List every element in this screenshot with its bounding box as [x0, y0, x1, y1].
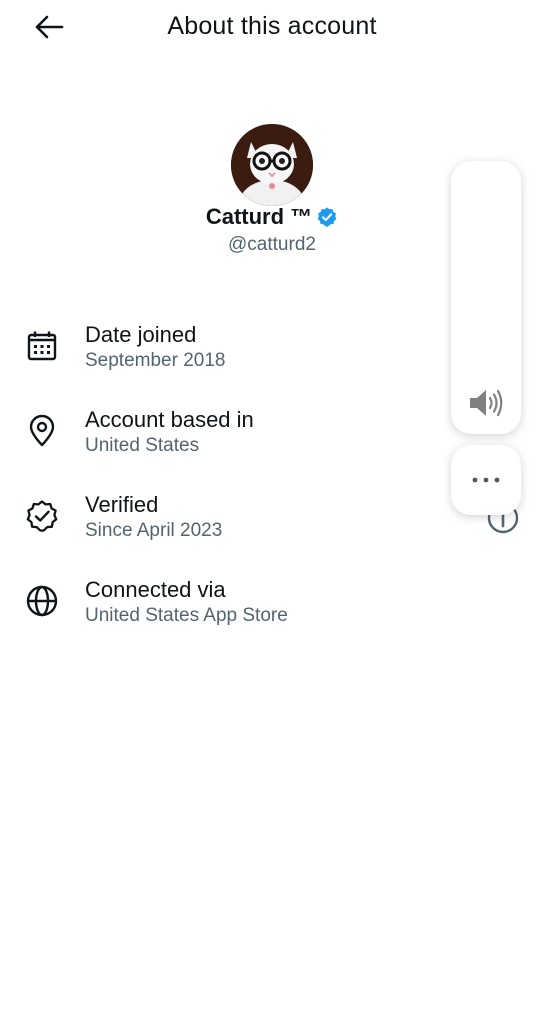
header: About this account: [0, 0, 544, 56]
media-control-panel: [451, 161, 521, 434]
calendar-icon: [27, 331, 57, 361]
connected-via-label: Connected via: [85, 577, 226, 602]
verified-value: Since April 2023: [85, 520, 223, 541]
speaker-volume-icon[interactable]: [467, 386, 505, 420]
globe-icon: [26, 585, 58, 617]
more-dots-icon: [472, 477, 500, 483]
avatar[interactable]: [231, 124, 313, 206]
verified-label: Verified: [85, 492, 159, 517]
date-joined-label: Date joined: [85, 322, 197, 347]
location-pin-icon: [29, 414, 55, 447]
list-item-connected-via: Connected via United States App Store: [0, 573, 544, 658]
account-based-in-value: United States: [85, 435, 200, 456]
page-title: About this account: [167, 12, 377, 40]
display-name: Catturd ™: [205, 204, 313, 229]
cat-avatar-image: [231, 124, 313, 206]
more-options-button[interactable]: [451, 445, 521, 515]
verified-check-icon: [26, 500, 58, 532]
date-joined-value: September 2018: [85, 350, 226, 371]
connected-via-value: United States App Store: [85, 605, 288, 626]
verified-badge-icon: [317, 207, 337, 227]
account-based-in-label: Account based in: [85, 407, 254, 432]
